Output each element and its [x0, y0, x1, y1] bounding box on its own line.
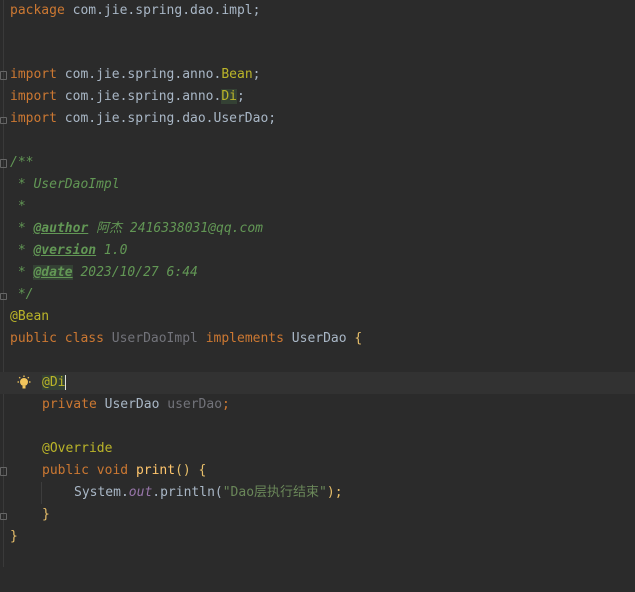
code-line-javadoc-author[interactable]: * @author 阿杰 2416338031@qq.com	[0, 218, 635, 240]
code-line-javadoc-date[interactable]: * @date 2023/10/27 6:44	[0, 262, 635, 284]
class-name: UserDaoImpl	[111, 331, 198, 346]
text-caret	[65, 375, 67, 390]
open-brace: {	[354, 331, 363, 346]
javadoc-tag-version: @version	[33, 243, 97, 258]
javadoc-author-value: 阿杰 2416338031@qq.com	[88, 221, 263, 236]
fold-marker-icon[interactable]	[0, 467, 7, 476]
keyword-package: package	[10, 3, 65, 18]
println-call: .println(	[152, 485, 223, 500]
javadoc-version-value: 1.0	[96, 243, 128, 258]
fold-marker-icon[interactable]	[0, 71, 7, 80]
code-line-println[interactable]: System.out.println("Dao层执行结束");	[0, 482, 635, 504]
method-params-brace: () {	[175, 463, 207, 478]
keyword-import: import	[10, 89, 57, 104]
keyword-import: import	[10, 67, 57, 82]
field-type: UserDao	[104, 397, 160, 412]
code-line-javadoc-start[interactable]: /**	[0, 152, 635, 174]
keyword-import: import	[10, 111, 57, 126]
semicolon: ;	[237, 89, 245, 104]
import-path: com.jie.spring.dao.UserDao;	[56, 111, 277, 126]
semicolon: ;	[222, 397, 230, 412]
import-class-di: Di	[221, 89, 237, 104]
method-name: print	[135, 463, 176, 478]
code-line-import-di[interactable]: import com.jie.spring.anno.Di;	[0, 86, 635, 108]
code-line-import-bean[interactable]: import com.jie.spring.anno.Bean;	[0, 64, 635, 86]
lightbulb-icon[interactable]	[16, 375, 32, 391]
javadoc-prefix: *	[10, 265, 34, 280]
system-class: System.	[74, 485, 129, 500]
field-name: userDao	[167, 397, 223, 412]
import-class-bean: Bean	[221, 67, 253, 82]
fold-marker-icon[interactable]	[0, 159, 7, 168]
javadoc-text: * UserDaoImpl	[10, 177, 120, 192]
javadoc-open: /**	[10, 155, 34, 170]
javadoc-date-value: 2023/10/27 6:44	[72, 265, 198, 280]
package-name: com.jie.spring.dao.impl;	[64, 3, 261, 18]
indent-guide	[41, 482, 42, 504]
code-line-annotation-bean[interactable]: @Bean	[0, 306, 635, 328]
javadoc-text: *	[10, 199, 26, 214]
static-field-out: out	[128, 485, 153, 500]
code-line-class-close[interactable]: }	[0, 526, 635, 548]
import-path: com.jie.spring.anno.	[56, 89, 222, 104]
code-line-javadoc-end[interactable]: */	[0, 284, 635, 306]
fold-end-icon[interactable]	[0, 293, 7, 300]
code-line-annotation-di[interactable]: @Di	[0, 372, 635, 394]
close-paren: );	[326, 485, 343, 500]
method-close-brace: }	[42, 507, 50, 522]
annotation-bean: @Bean	[10, 309, 50, 324]
keyword-class: class	[64, 331, 104, 346]
code-line-method-close[interactable]: }	[0, 504, 635, 526]
javadoc-tag-author: @author	[33, 221, 89, 236]
class-close-brace: }	[10, 529, 18, 544]
code-line-import-userdao[interactable]: import com.jie.spring.dao.UserDao;	[0, 108, 635, 130]
code-line-javadoc-title[interactable]: * UserDaoImpl	[0, 174, 635, 196]
fold-end-icon[interactable]	[0, 513, 7, 520]
keyword-public: public	[10, 331, 57, 346]
import-path: com.jie.spring.anno.	[56, 67, 222, 82]
code-line-package[interactable]: package com.jie.spring.dao.impl;	[0, 0, 635, 22]
code-line-class-declaration[interactable]: public class UserDaoImpl implements User…	[0, 328, 635, 350]
javadoc-tag-date: @date	[33, 265, 73, 280]
code-line-method-declaration[interactable]: public void print() {	[0, 460, 635, 482]
annotation-override: @Override	[42, 441, 113, 456]
javadoc-close: */	[10, 287, 34, 302]
code-line-annotation-override[interactable]: @Override	[0, 438, 635, 460]
keyword-implements: implements	[205, 331, 284, 346]
code-editor[interactable]: package com.jie.spring.dao.impl; import …	[0, 0, 635, 567]
javadoc-prefix: *	[10, 221, 34, 236]
code-line-javadoc-version[interactable]: * @version 1.0	[0, 240, 635, 262]
keyword-void: void	[96, 463, 129, 478]
string-literal: "Dao层执行结束"	[222, 485, 327, 500]
semicolon: ;	[252, 67, 261, 82]
fold-end-icon[interactable]	[0, 117, 7, 124]
keyword-public: public	[42, 463, 89, 478]
annotation-di: @Di	[42, 375, 66, 390]
javadoc-prefix: *	[10, 243, 34, 258]
code-line-field[interactable]: private UserDao userDao;	[0, 394, 635, 416]
interface-name: UserDao	[291, 331, 347, 346]
keyword-private: private	[42, 397, 97, 412]
code-line-javadoc-blank[interactable]: *	[0, 196, 635, 218]
